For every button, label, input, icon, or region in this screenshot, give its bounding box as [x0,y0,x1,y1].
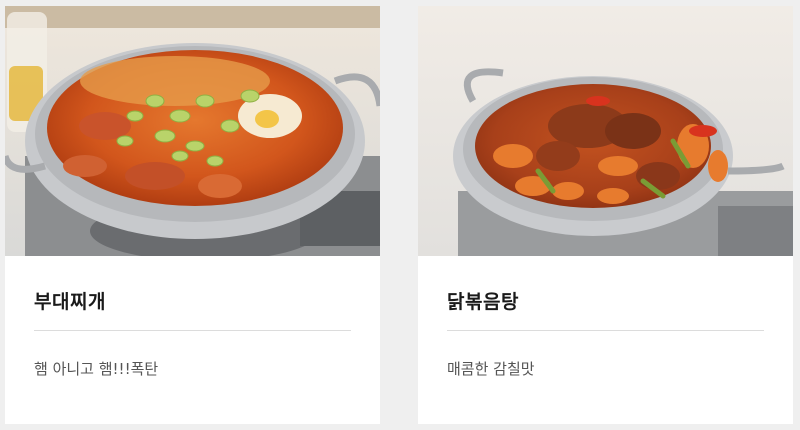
recipe-card-dakbokkeumtang[interactable]: 닭볶음탕 매콤한 감칠맛 [418,6,793,424]
recipe-card-budae-jjigae[interactable]: 부대찌개 햄 아니고 햄!!!폭탄 [5,6,380,424]
recipe-photo[interactable] [5,6,380,256]
divider [34,330,351,331]
recipe-description: 매콤한 감칠맛 [447,360,535,378]
recipe-description: 햄 아니고 햄!!!폭탄 [34,360,159,378]
divider [447,330,764,331]
recipe-title[interactable]: 닭볶음탕 [447,287,519,314]
recipe-photo[interactable] [418,6,793,256]
recipe-title[interactable]: 부대찌개 [34,287,106,314]
